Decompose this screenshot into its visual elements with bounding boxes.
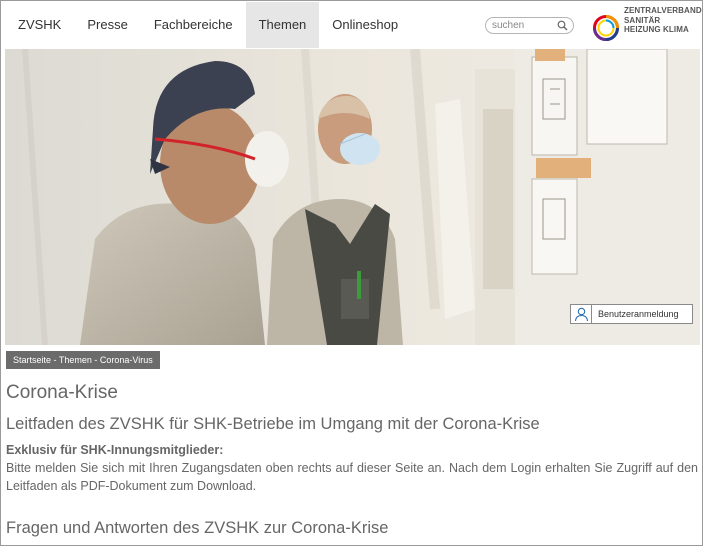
- article-subtitle: Leitfaden des ZVSHK für SHK-Betriebe im …: [6, 415, 540, 433]
- search-icon[interactable]: [557, 20, 568, 31]
- nav-item-presse[interactable]: Presse: [74, 2, 140, 48]
- main-nav: ZVSHK Presse Fachbereiche Themen Onlines…: [5, 2, 411, 48]
- user-login-label: Benutzeranmeldung: [598, 309, 679, 319]
- hero-photo: [5, 49, 700, 345]
- breadcrumb-item-themen[interactable]: Themen: [59, 355, 92, 365]
- breadcrumb-item-startseite[interactable]: Startseite: [13, 355, 51, 365]
- nav-item-themen[interactable]: Themen: [245, 2, 320, 48]
- nav-item-zvshk[interactable]: ZVSHK: [5, 2, 74, 48]
- breadcrumb: Startseite - Themen - Corona-Virus: [6, 351, 160, 369]
- members-exclusive-label: Exklusiv für SHK-Innungsmitglieder:: [6, 443, 224, 457]
- nav-item-fachbereiche[interactable]: Fachbereiche: [141, 2, 246, 48]
- hero-image: [5, 49, 700, 345]
- logo-text: ZENTRALVERBAND SANITÄR HEIZUNG KLIMA: [624, 6, 702, 35]
- logo-line-1: ZENTRALVERBAND: [624, 6, 702, 15]
- breadcrumb-separator: -: [91, 355, 100, 365]
- site-header: ZVSHK Presse Fachbereiche Themen Onlines…: [1, 1, 702, 49]
- logo-line-3: HEIZUNG KLIMA: [624, 25, 689, 34]
- user-icon-box: [571, 305, 592, 323]
- page-frame: ZVSHK Presse Fachbereiche Themen Onlines…: [0, 0, 703, 546]
- logo-line-2: SANITÄR: [624, 15, 661, 25]
- faq-heading: Fragen und Antworten des ZVSHK zur Coron…: [6, 519, 389, 537]
- user-login-button[interactable]: Benutzeranmeldung: [570, 304, 693, 324]
- nav-item-onlineshop[interactable]: Onlineshop: [319, 2, 411, 48]
- zvshk-logo-icon[interactable]: [593, 15, 619, 41]
- breadcrumb-separator: -: [51, 355, 59, 365]
- breadcrumb-item-corona-virus[interactable]: Corona-Virus: [100, 355, 153, 365]
- search-input[interactable]: [492, 19, 558, 32]
- login-instructions-text: Bitte melden Sie sich mit Ihren Zugangsd…: [6, 461, 698, 493]
- search-box: [485, 17, 574, 34]
- page-title: Corona-Krise: [6, 382, 118, 403]
- user-icon: [574, 307, 589, 322]
